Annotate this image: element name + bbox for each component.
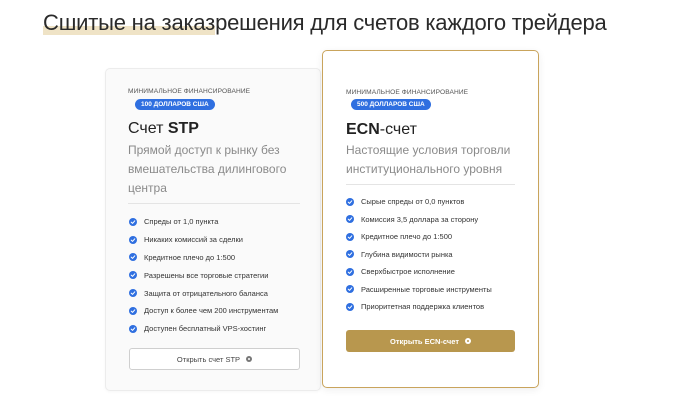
check-circle-icon [129, 253, 137, 262]
feature-text: Разрешены все торговые стратегии [144, 270, 269, 280]
card-divider [346, 184, 515, 185]
feature-text: Приоритетная поддержка клиентов [361, 302, 485, 312]
check-circle-icon [346, 302, 354, 311]
feature-text: Сырые спреды от 0,0 пунктов [361, 197, 465, 207]
feature-item: Доступен бесплатный VPS-хостинг [129, 320, 278, 338]
headline-highlight: Сшитые на заказ [43, 10, 216, 35]
feature-text: Защита от отрицательного баланса [144, 288, 268, 298]
page-headline: Сшитые на заказрешения для счетов каждог… [43, 10, 607, 36]
feature-text: Доступ к более чем 200 инструментам [144, 306, 279, 316]
feature-item: Расширенные торговые инструменты [346, 281, 492, 299]
title-bold: ECN [346, 121, 380, 138]
check-circle-icon [346, 285, 354, 294]
feature-item: Кредитное плечо до 1:500 [129, 249, 278, 267]
feature-list: Сырые спреды от 0,0 пунктов Комиссия 3,5 … [346, 193, 492, 316]
headline-rest: решения для счетов каждого трейдера [215, 10, 607, 35]
check-circle-icon [346, 267, 354, 276]
check-circle-icon [346, 250, 354, 259]
check-circle-icon [129, 289, 137, 298]
title-prefix: Счет [128, 120, 168, 137]
min-funding-badge: 500 ДОЛЛАРОВ США [351, 99, 431, 110]
card-subtitle: Настоящие условия торговли институционал… [346, 143, 511, 176]
feature-text: Глубина видимости рынка [361, 249, 453, 259]
check-circle-icon [129, 235, 137, 244]
feature-text: Кредитное плечо до 1:500 [361, 232, 453, 242]
feature-text: Комиссия 3,5 доллара за сторону [361, 214, 479, 224]
feature-item: Сверхбыстрое исполнение [346, 263, 492, 281]
ecn-account-card: МИНИМАЛЬНОЕ ФИНАНСИРОВАНИЕ 500 ДОЛЛАРОВ … [322, 50, 539, 388]
feature-item: Никаких комиссий за сделки [129, 231, 278, 249]
button-label: Открыть счет STP [176, 354, 241, 364]
stp-account-card: МИНИМАЛЬНОЕ ФИНАНСИРОВАНИЕ 100 ДОЛЛАРОВ … [105, 68, 321, 391]
feature-item: Приоритетная поддержка клиентов [346, 298, 492, 316]
feature-text: Никаких комиссий за сделки [144, 235, 243, 245]
feature-item: Защита от отрицательного баланса [129, 284, 278, 302]
min-funding-label: МИНИМАЛЬНОЕ ФИНАНСИРОВАНИЕ [128, 88, 251, 95]
info-icon [465, 338, 472, 344]
feature-item: Комиссия 3,5 доллара за сторону [346, 211, 492, 229]
check-circle-icon [346, 197, 354, 206]
check-circle-icon [129, 217, 137, 226]
open-stp-account-button[interactable]: Открыть счет STP [129, 348, 300, 370]
check-circle-icon [129, 271, 137, 280]
card-title: ECN-счет [346, 121, 417, 139]
info-icon [246, 356, 253, 362]
card-subtitle: Прямой доступ к рынку без вмешательства … [128, 143, 287, 195]
card-divider [128, 203, 300, 204]
feature-item: Разрешены все торговые стратегии [129, 266, 278, 284]
feature-item: Спреды от 1,0 пункта [129, 213, 278, 231]
feature-text: Доступен бесплатный VPS-хостинг [144, 324, 267, 334]
title-bold: STP [167, 120, 199, 137]
min-funding-label: МИНИМАЛЬНОЕ ФИНАНСИРОВАНИЕ [346, 89, 469, 96]
feature-item: Сырые спреды от 0,0 пунктов [346, 193, 492, 211]
check-circle-icon [346, 215, 354, 224]
feature-text: Сверхбыстрое исполнение [361, 267, 455, 277]
feature-item: Глубина видимости рынка [346, 246, 492, 264]
feature-text: Спреды от 1,0 пункта [144, 217, 219, 227]
title-suffix: -счет [379, 121, 417, 138]
feature-item: Доступ к более чем 200 инструментам [129, 302, 278, 320]
check-circle-icon [129, 306, 137, 315]
open-ecn-account-button[interactable]: Открыть ECN-счет [346, 330, 515, 352]
min-funding-badge: 100 ДОЛЛАРОВ США [135, 99, 215, 110]
check-circle-icon [346, 232, 354, 241]
feature-text: Расширенные торговые инструменты [361, 284, 492, 294]
check-circle-icon [129, 324, 137, 333]
feature-list: Спреды от 1,0 пункта Никаких комиссий за … [129, 213, 278, 338]
button-label: Открыть ECN-счет [389, 336, 460, 346]
card-title: Счет STP [128, 120, 199, 138]
feature-text: Кредитное плечо до 1:500 [144, 252, 236, 262]
feature-item: Кредитное плечо до 1:500 [346, 228, 492, 246]
